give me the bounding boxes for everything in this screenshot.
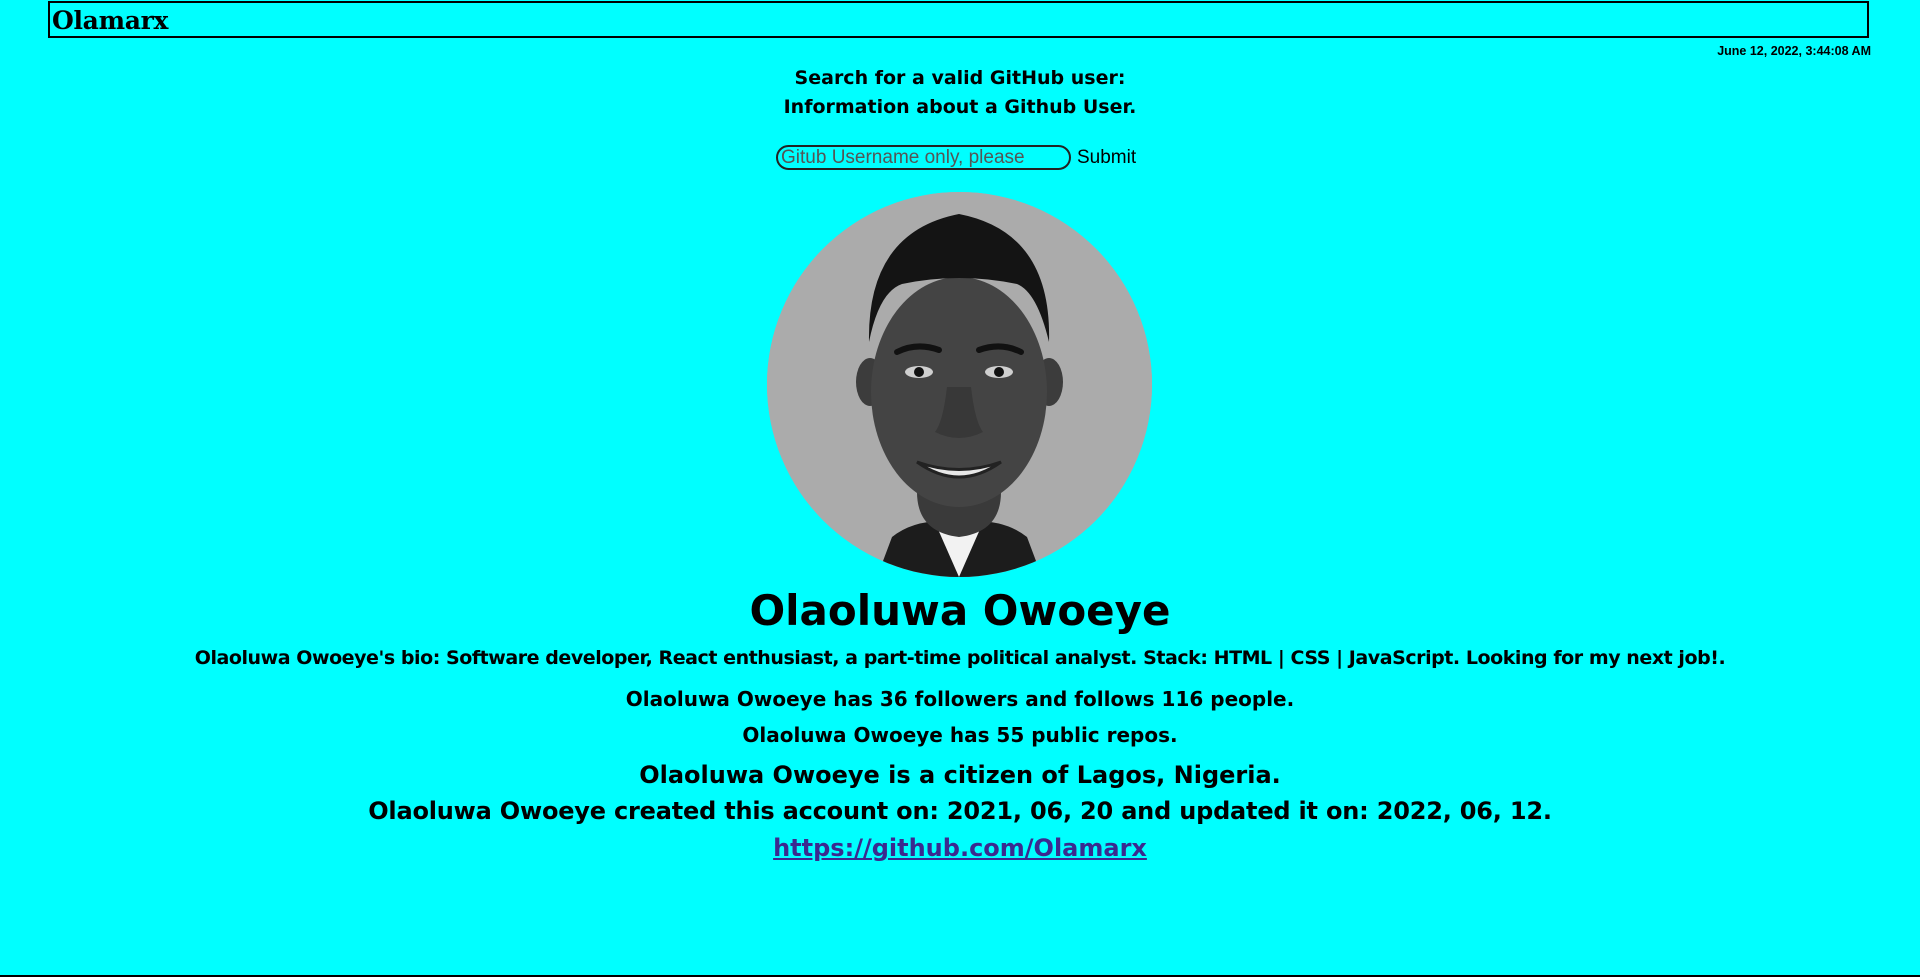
location-text: Olaoluwa Owoeye is a citizen of Lagos, N… (639, 761, 1281, 789)
avatar-photo-icon (767, 192, 1152, 577)
submit-button[interactable]: Submit (1077, 147, 1136, 169)
profile-name: Olaoluwa Owoeye (749, 586, 1171, 635)
profile-bio: Olaoluwa Owoeye's bio: Software develope… (194, 647, 1726, 669)
github-profile-link[interactable]: https://github.com/Olamarx (773, 834, 1147, 862)
header-bar: Olamarx (48, 1, 1869, 38)
repo-stats: Olaoluwa Owoeye has 55 public repos. (742, 723, 1178, 747)
account-dates: Olaoluwa Owoeye created this account on:… (368, 797, 1552, 825)
search-subtitle: Information about a Github User. (783, 96, 1137, 118)
username-input[interactable] (776, 145, 1071, 170)
page: Olamarx June 12, 2022, 3:44:08 AM Search… (0, 0, 1920, 977)
brand-logo: Olamarx (52, 6, 169, 35)
avatar (767, 192, 1152, 577)
profile-link-row: https://github.com/Olamarx (0, 833, 1920, 863)
timestamp: June 12, 2022, 3:44:08 AM (1717, 44, 1871, 58)
search-prompt: Search for a valid GitHub user: (794, 67, 1126, 89)
follow-stats: Olaoluwa Owoeye has 36 followers and fol… (625, 687, 1295, 711)
search-form: Submit (776, 143, 1136, 172)
